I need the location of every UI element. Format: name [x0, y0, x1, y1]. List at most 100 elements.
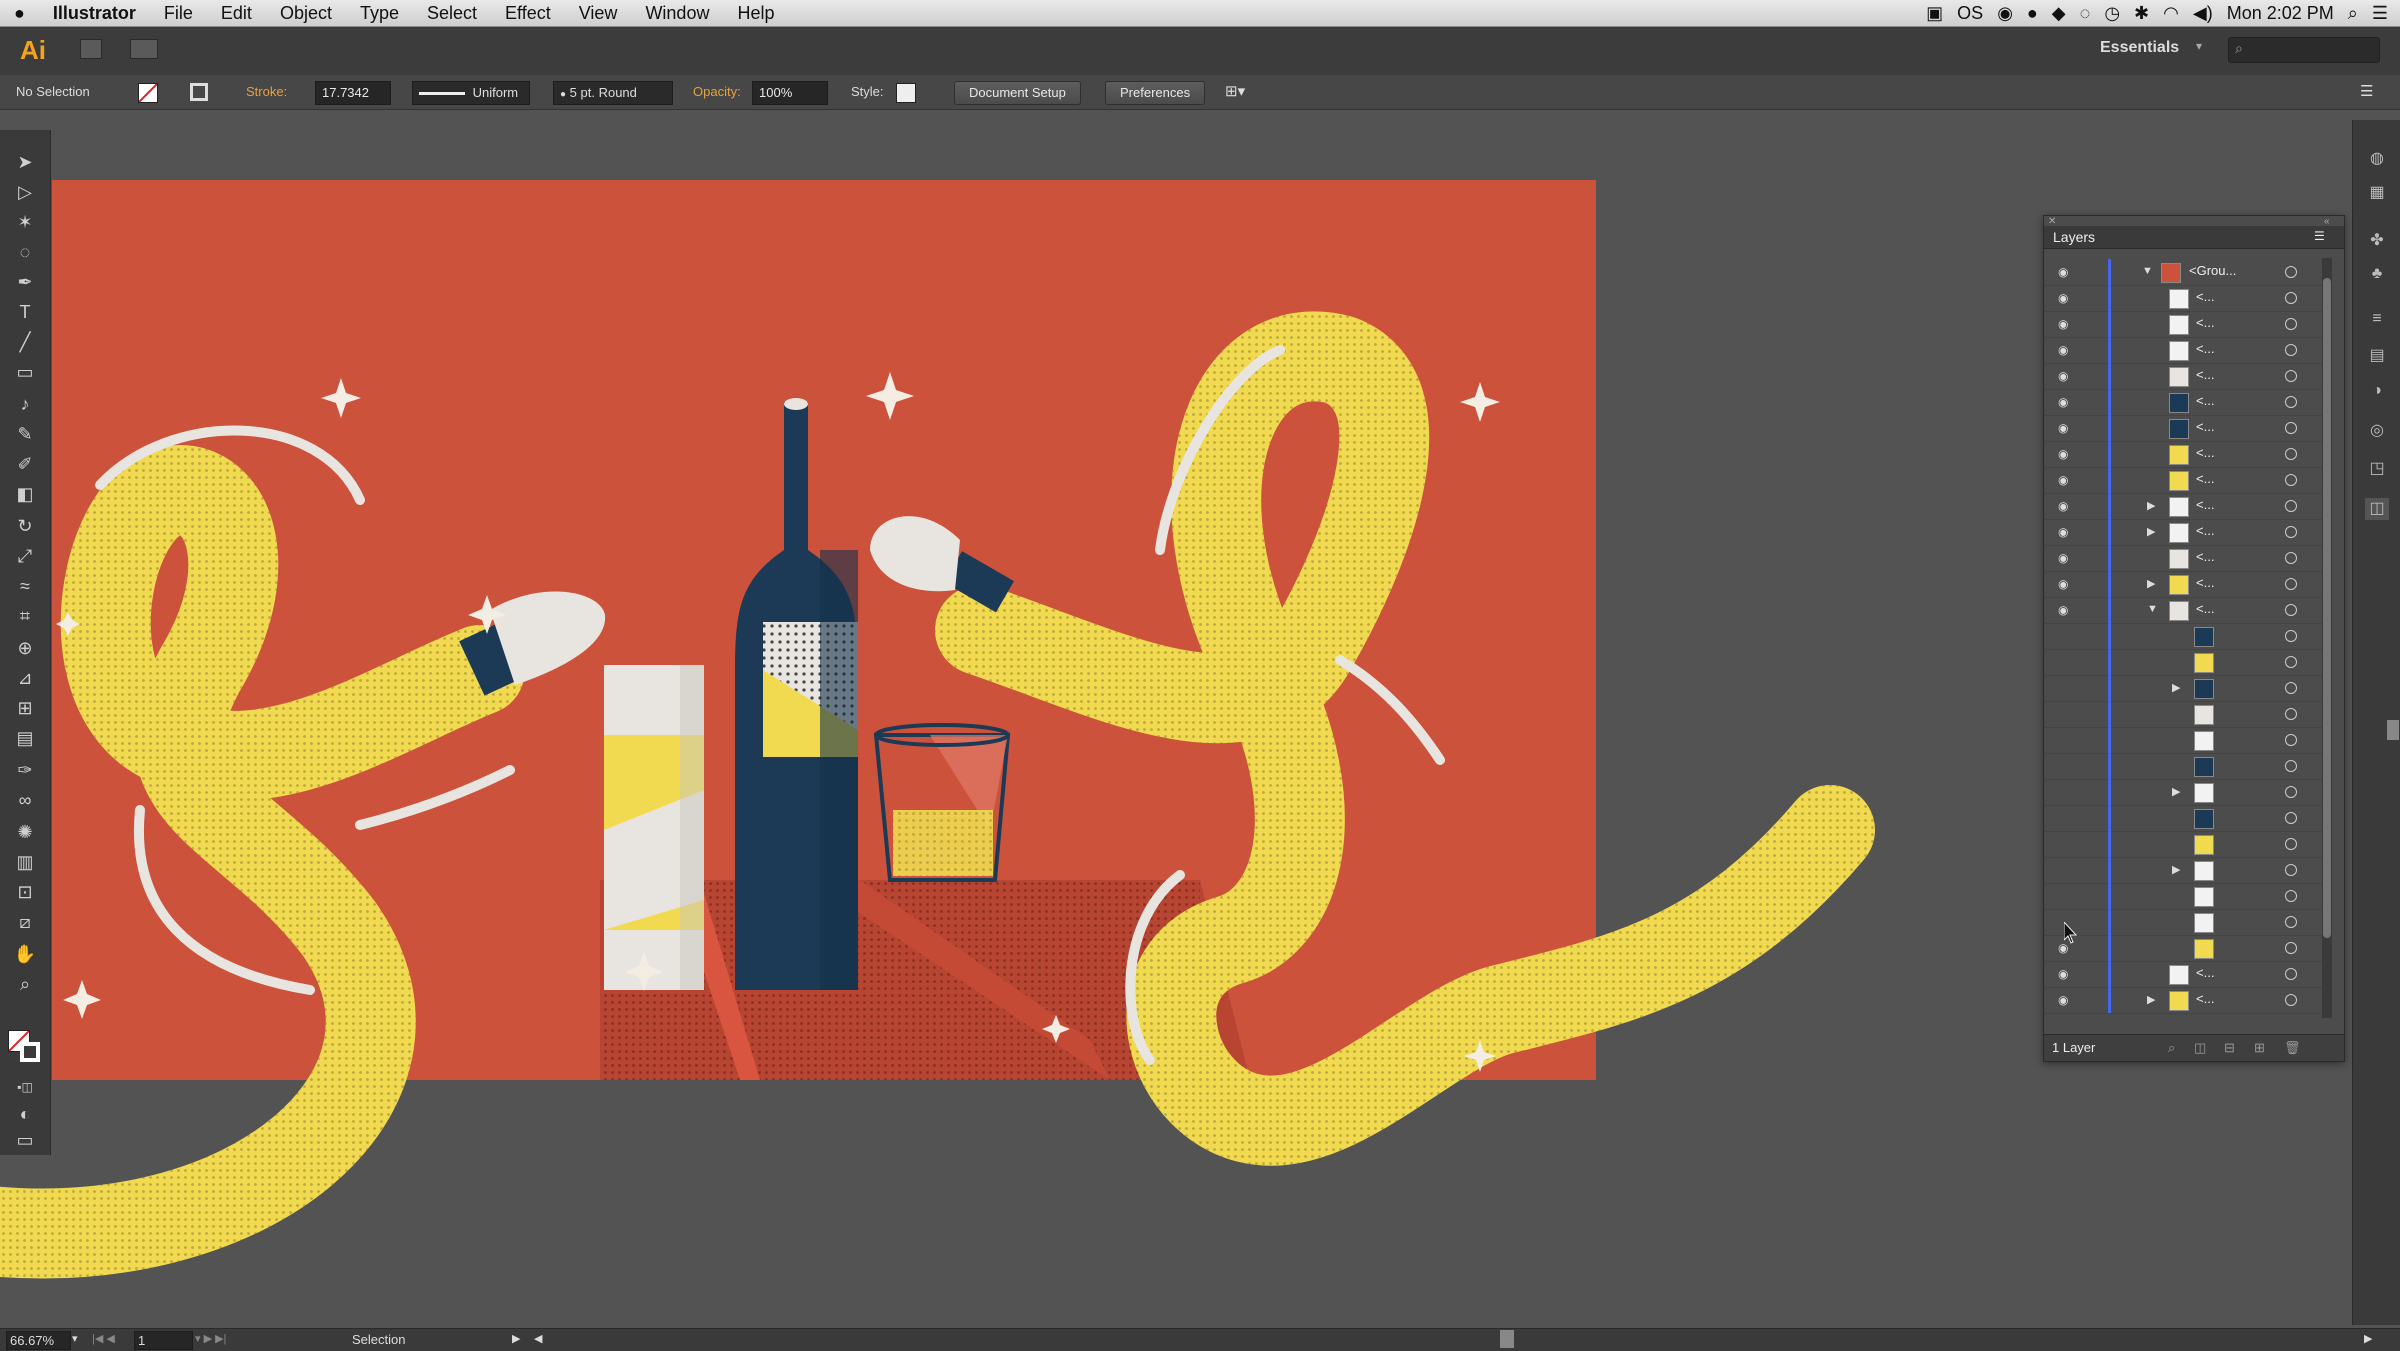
target-icon[interactable]: [2285, 812, 2297, 824]
layer-row[interactable]: ◉: [2044, 935, 2326, 962]
target-icon[interactable]: [2285, 968, 2297, 980]
expand-triangle-icon[interactable]: ▼: [2147, 603, 2158, 615]
spotlight-icon[interactable]: ⌕: [2348, 3, 2358, 24]
layer-row[interactable]: ◉ <...: [2044, 961, 2326, 988]
layer-row[interactable]: ◉ <...: [2044, 415, 2326, 442]
layer-name[interactable]: <Grou...: [2189, 263, 2236, 278]
expand-triangle-icon[interactable]: ▶: [2147, 993, 2155, 1006]
zoom-dropdown-icon[interactable]: ▾: [72, 1332, 78, 1345]
layer-name[interactable]: <...: [2196, 367, 2214, 382]
swatches-icon[interactable]: ▦: [2365, 182, 2389, 204]
target-icon[interactable]: [2285, 708, 2297, 720]
visibility-eye-icon[interactable]: ◉: [2058, 993, 2068, 1007]
target-icon[interactable]: [2285, 266, 2297, 278]
messages-icon[interactable]: ●: [2027, 3, 2038, 24]
scroll-right-icon[interactable]: ▶: [2364, 1332, 2372, 1345]
stroke-swatch[interactable]: [190, 83, 208, 101]
chevron-down-icon[interactable]: ▾: [2196, 39, 2202, 53]
workspace-switcher[interactable]: Essentials: [2100, 39, 2179, 57]
target-icon[interactable]: [2285, 578, 2297, 590]
visibility-eye-icon[interactable]: ◉: [2058, 473, 2068, 487]
layer-name[interactable]: <...: [2196, 393, 2214, 408]
target-icon[interactable]: [2285, 682, 2297, 694]
clock[interactable]: Mon 2:02 PM: [2227, 3, 2334, 24]
layers-panel-title[interactable]: Layers: [2053, 229, 2095, 245]
layer-row[interactable]: ◉ ▶ <...: [2044, 519, 2326, 546]
layer-row[interactable]: [2044, 883, 2326, 910]
layer-row[interactable]: ◉ ▶ <...: [2044, 987, 2326, 1014]
expand-triangle-icon[interactable]: ▶: [2147, 577, 2155, 590]
new-sublayer-icon[interactable]: ⊟: [2224, 1040, 2235, 1056]
layer-row-group[interactable]: ◉ ▼ <Grou...: [2044, 259, 2326, 286]
layer-name[interactable]: <...: [2196, 601, 2214, 616]
target-icon[interactable]: [2285, 942, 2297, 954]
layer-row[interactable]: ◉ <...: [2044, 545, 2326, 572]
target-icon[interactable]: [2285, 786, 2297, 798]
target-icon[interactable]: [2285, 526, 2297, 538]
camera-icon[interactable]: ▣: [1926, 3, 1943, 24]
layer-row[interactable]: ◉ ▼ <...: [2044, 597, 2326, 624]
bluetooth-icon[interactable]: ✱: [2134, 3, 2149, 24]
preferences-button[interactable]: Preferences: [1105, 81, 1206, 105]
brush-definition[interactable]: ● 5 pt. Round: [553, 81, 673, 105]
opacity-input[interactable]: 100%: [752, 81, 828, 105]
timemachine-icon[interactable]: ◷: [2104, 3, 2120, 24]
layer-name[interactable]: <...: [2196, 991, 2214, 1006]
visibility-eye-icon[interactable]: ◉: [2058, 447, 2068, 461]
artboard-number-input[interactable]: 1: [134, 1331, 193, 1350]
menu-edit[interactable]: Edit: [207, 0, 266, 26]
status-menu-icon[interactable]: ▶: [512, 1332, 520, 1345]
layers-scroll-thumb[interactable]: [2323, 278, 2331, 938]
stroke-panel-icon[interactable]: ≡: [2365, 310, 2389, 332]
menu-file[interactable]: File: [150, 0, 207, 26]
layer-row[interactable]: [2044, 623, 2326, 650]
appearance-icon[interactable]: ◎: [2365, 420, 2389, 442]
document-setup-button[interactable]: Document Setup: [954, 81, 1081, 105]
target-icon[interactable]: [2285, 344, 2297, 356]
target-icon[interactable]: [2285, 396, 2297, 408]
layers-panel-icon[interactable]: ◫: [2365, 498, 2389, 520]
layer-row[interactable]: ◉ <...: [2044, 467, 2326, 494]
layers-scrollbar[interactable]: [2322, 258, 2332, 1018]
layer-row[interactable]: [2044, 727, 2326, 754]
layer-name[interactable]: <...: [2196, 445, 2214, 460]
layer-row[interactable]: [2044, 649, 2326, 676]
next-artboard-icon[interactable]: ▾ ▶ ▶|: [195, 1332, 226, 1345]
locate-object-icon[interactable]: ⌕: [2168, 1040, 2175, 1056]
first-artboard-icon[interactable]: |◀ ◀: [92, 1332, 115, 1345]
target-icon[interactable]: [2285, 604, 2297, 616]
layer-row[interactable]: [2044, 909, 2326, 936]
menu-type[interactable]: Type: [346, 0, 413, 26]
layer-name[interactable]: <...: [2196, 471, 2214, 486]
visibility-eye-icon[interactable]: ◉: [2058, 577, 2068, 591]
visibility-eye-icon[interactable]: ◉: [2058, 343, 2068, 357]
zoom-level-input[interactable]: 66.67%: [6, 1331, 71, 1350]
layer-name[interactable]: <...: [2196, 341, 2214, 356]
chrome-icon[interactable]: ◉: [1997, 3, 2013, 24]
menu-select[interactable]: Select: [413, 0, 491, 26]
visibility-eye-icon[interactable]: ◉: [2058, 265, 2068, 279]
arrange-icon[interactable]: ⊞▾: [1225, 81, 1245, 103]
layer-row[interactable]: [2044, 831, 2326, 858]
target-icon[interactable]: [2285, 630, 2297, 642]
target-icon[interactable]: [2285, 656, 2297, 668]
stroke-weight-input[interactable]: 17.7342: [315, 81, 391, 105]
layer-name[interactable]: <...: [2196, 965, 2214, 980]
layer-row[interactable]: ◉ <...: [2044, 311, 2326, 338]
stroke-label[interactable]: Stroke:: [246, 81, 287, 103]
dropbox-icon[interactable]: ◆: [2052, 3, 2066, 24]
expand-triangle-icon[interactable]: ▶: [2147, 525, 2155, 538]
layer-row[interactable]: [2044, 701, 2326, 728]
target-icon[interactable]: [2285, 838, 2297, 850]
target-icon[interactable]: [2285, 994, 2297, 1006]
bridge-icon[interactable]: [80, 39, 102, 59]
layer-row[interactable]: ▶: [2044, 675, 2326, 702]
expand-triangle-icon[interactable]: ▼: [2142, 265, 2153, 277]
visibility-eye-icon[interactable]: ◉: [2058, 967, 2068, 981]
document-canvas[interactable]: [0, 110, 2350, 1326]
sync-icon[interactable]: ◌: [2080, 3, 2091, 24]
target-icon[interactable]: [2285, 422, 2297, 434]
layer-name[interactable]: <...: [2196, 497, 2214, 512]
layer-name[interactable]: <...: [2196, 289, 2214, 304]
layer-row[interactable]: [2044, 805, 2326, 832]
